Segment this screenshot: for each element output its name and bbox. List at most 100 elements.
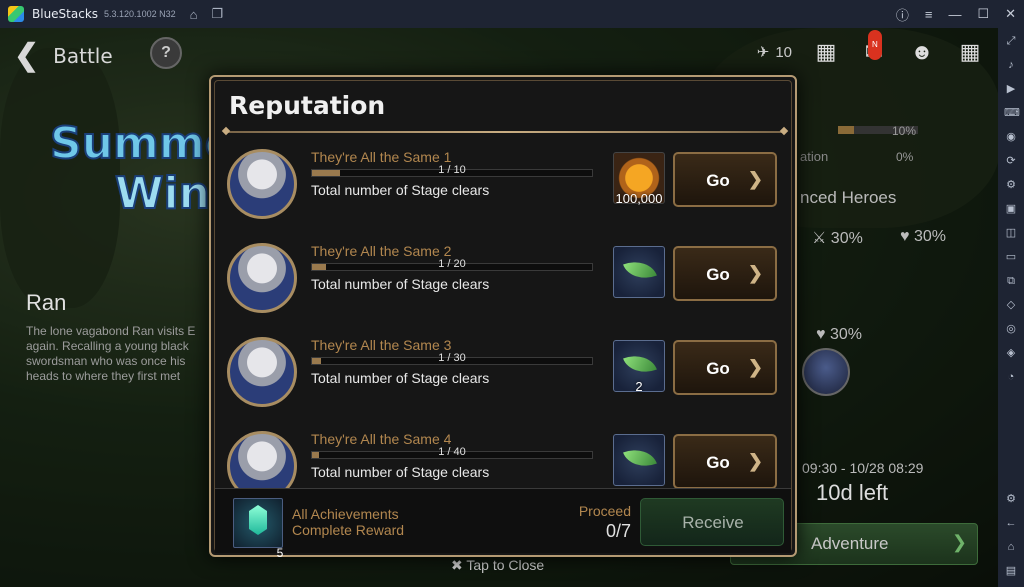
crystal-icon[interactable]: 5: [233, 498, 283, 560]
settings-icon[interactable]: ⚙: [1004, 492, 1018, 506]
quest-row: They're All the Same 1 1 / 10 Total numb…: [211, 145, 795, 239]
eco-icon[interactable]: ◇: [1004, 298, 1018, 312]
maximize-icon[interactable]: ☐: [977, 6, 989, 22]
modal-footer: 5 All Achievements Complete Reward Proce…: [215, 488, 791, 560]
leaf-icon[interactable]: [613, 246, 665, 298]
back-arrow-icon[interactable]: ❮: [14, 38, 39, 73]
close-icon[interactable]: ✕: [1005, 6, 1016, 22]
menu-icon[interactable]: ≡: [925, 7, 933, 22]
event-logo-line1: Summe: [49, 117, 236, 170]
footer-item-count: 5: [276, 546, 284, 560]
quest-title: They're All the Same 2: [311, 243, 452, 259]
chevron-right-icon: ❯: [747, 451, 763, 471]
macro-icon[interactable]: ⚙: [1004, 178, 1018, 192]
recent-apps-icon[interactable]: ▤: [1004, 564, 1018, 578]
replay-icon[interactable]: ⟳: [1004, 154, 1018, 168]
attack-bonus-value: 30%: [830, 230, 863, 247]
event-stats-panel: 10% ation 0% nced Heroes ⚔ 30% ♥ 30% ♥ 3…: [780, 28, 980, 587]
bluestacks-logo-icon: [8, 6, 24, 22]
quest-description: Total number of Stage clears: [311, 182, 490, 198]
health-bonus-1: ♥ 30%: [900, 228, 946, 246]
screenshot-icon[interactable]: ◫: [1004, 226, 1018, 240]
reward-count: 100,000: [615, 191, 663, 206]
multi-instance-icon[interactable]: ❐: [211, 6, 223, 22]
event-logo: Summe Wint: [40, 108, 236, 238]
minimize-icon[interactable]: —: [948, 7, 961, 22]
fullscreen-icon[interactable]: ⤢: [1004, 34, 1018, 48]
quest-hero-avatar: [227, 337, 297, 407]
attack-bonus: ⚔ 30%: [812, 228, 863, 248]
quest-progress-text: 1 / 10: [438, 164, 466, 176]
chevron-right-icon: ❯: [747, 357, 763, 377]
sword-icon: ⚔: [812, 230, 827, 247]
go-button[interactable]: Go ❯: [673, 152, 777, 207]
quest-progress-text: 1 / 40: [438, 446, 466, 458]
modal-title: Reputation: [229, 91, 386, 120]
leaf-icon[interactable]: [613, 434, 665, 486]
complete-reward-text: All Achievements Complete Reward: [292, 506, 404, 538]
chevron-right-icon: ❯: [951, 532, 967, 552]
go-button[interactable]: Go ❯: [673, 340, 777, 395]
health-bonus-1-value: 30%: [913, 228, 946, 245]
reward-count: 2: [635, 379, 643, 394]
health-bonus-2: ♥ 30%: [816, 326, 862, 344]
app-version: 5.3.120.1002 N32: [104, 9, 176, 19]
folder-icon[interactable]: ▭: [1004, 250, 1018, 264]
quest-progress-text: 1 / 20: [438, 258, 466, 270]
record-icon[interactable]: ◉: [1004, 130, 1018, 144]
location-icon[interactable]: ◎: [1004, 322, 1018, 336]
receive-button[interactable]: Receive: [640, 498, 784, 546]
adventure-label: Adventure: [811, 534, 889, 553]
quest-description: Total number of Stage clears: [311, 276, 490, 292]
heart-icon: ♥: [816, 326, 826, 343]
go-button[interactable]: Go ❯: [673, 246, 777, 301]
back-icon[interactable]: ←: [1004, 516, 1018, 530]
volume-icon[interactable]: ♪: [1004, 58, 1018, 72]
android-home-icon[interactable]: ⌂: [1004, 540, 1018, 554]
quest-title: They're All the Same 1: [311, 149, 452, 165]
go-button[interactable]: Go ❯: [673, 434, 777, 488]
keyboard-icon[interactable]: ⌨: [1004, 106, 1020, 120]
reputation-modal: Reputation They're All the Same 1 1 / 10…: [209, 75, 797, 560]
title-bar: BlueStacks 5.3.120.1002 N32 ⌂ ❐ ⓘ ≡ — ☐ …: [0, 0, 1024, 28]
event-time-left: 10d left: [816, 480, 889, 505]
quest-title: They're All the Same 4: [311, 431, 452, 447]
tap-to-close-label: Tap to Close: [466, 557, 545, 573]
tap-to-close[interactable]: ✖ Tap to Close: [451, 557, 544, 574]
quest-description: Total number of Stage clears: [311, 464, 490, 480]
enhanced-heroes-title: nced Heroes: [800, 188, 897, 207]
apk-icon[interactable]: ▣: [1004, 202, 1018, 216]
home-icon[interactable]: ⌂: [190, 7, 198, 22]
stamina-icon: ✈: [756, 44, 770, 61]
video-icon[interactable]: ▶: [1004, 82, 1018, 96]
quest-row: They're All the Same 3 1 / 30 Total numb…: [211, 333, 795, 427]
resize-icon[interactable]: ⧉: [1004, 274, 1018, 288]
quest-list[interactable]: They're All the Same 1 1 / 10 Total numb…: [211, 145, 795, 488]
app-title: BlueStacks: [32, 7, 99, 21]
health-bonus-2-value: 30%: [829, 326, 862, 343]
chevron-right-icon: ❯: [747, 169, 763, 189]
bluestacks-sidebar: ⤢ ♪ ▶ ⌨ ◉ ⟳ ⚙ ▣ ◫ ▭ ⧉ ◇ ◎ ◈ ◔ ⚙ ← ⌂ ▤: [998, 28, 1024, 587]
time-icon[interactable]: ◔: [1004, 370, 1018, 384]
quest-description: Total number of Stage clears: [311, 370, 490, 386]
nav-title: Battle: [53, 43, 113, 68]
title-divider: [227, 131, 783, 133]
complete-reward-line2: Complete Reward: [292, 522, 405, 538]
stat-percent-1: 10%: [892, 124, 917, 138]
quest-hero-avatar: [227, 149, 297, 219]
top-nav: ❮ Battle: [14, 38, 113, 73]
quest-progress-text: 1 / 30: [438, 352, 466, 364]
game-screen: ❮ Battle ? ✈ 10 ▦ ✉N ☻ ▦ Summe Wint Ran …: [0, 28, 998, 587]
help-button[interactable]: ?: [150, 37, 182, 69]
proceed-value: 0/7: [605, 521, 631, 541]
event-date-range: 09:30 - 10/28 08:29: [802, 460, 924, 476]
quest-row: They're All the Same 2 1 / 20 Total numb…: [211, 239, 795, 333]
event-description: The lone vagabond Ran visits E again. Re…: [26, 324, 196, 383]
quest-hero-avatar: [227, 431, 297, 488]
complete-reward-line1: All Achievements: [292, 506, 399, 522]
close-x-icon: ✖: [451, 557, 463, 573]
layers-icon[interactable]: ◈: [1004, 346, 1018, 360]
quest-hero-avatar: [227, 243, 297, 313]
help-icon[interactable]: ⓘ: [896, 5, 909, 24]
hero-avatar[interactable]: [802, 348, 850, 396]
